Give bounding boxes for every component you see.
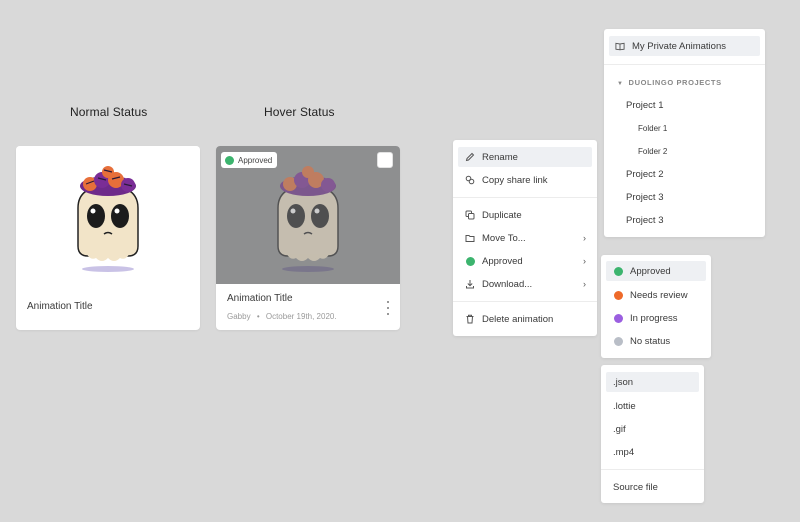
chevron-right-icon: › — [583, 233, 586, 243]
download-icon — [465, 279, 475, 289]
project-item[interactable]: Project 2 — [626, 169, 664, 180]
chevron-right-icon: › — [583, 256, 586, 266]
download-source-file[interactable]: Source file — [606, 477, 699, 497]
status-label: No status — [630, 335, 671, 347]
menu-item-duplicate[interactable]: Duplicate — [458, 205, 592, 225]
trash-icon — [465, 314, 475, 324]
project-item[interactable]: Project 3 — [626, 215, 664, 226]
animation-thumbnail — [16, 146, 200, 284]
meta-separator: • — [256, 312, 260, 321]
menu-item-download[interactable]: Download... › — [458, 274, 592, 294]
pencil-icon — [465, 152, 475, 162]
download-lottie[interactable]: .lottie — [606, 396, 699, 416]
select-checkbox[interactable] — [377, 152, 393, 168]
folder-item[interactable]: Folder 1 — [638, 124, 667, 133]
menu-item-label: My Private Animations — [632, 40, 726, 52]
menu-divider — [453, 301, 597, 302]
projects-section-header: ▼ DUOLINGO PROJECTS — [617, 78, 722, 87]
chevron-right-icon: › — [583, 279, 586, 289]
copy-icon — [465, 210, 475, 220]
normal-status-heading: Normal Status — [70, 105, 148, 119]
status-item-in-progress[interactable]: In progress — [606, 308, 706, 328]
caret-down-icon[interactable]: ▼ — [617, 81, 624, 87]
hover-status-heading: Hover Status — [264, 105, 335, 119]
no-status-dot-icon — [613, 336, 623, 346]
approved-dot-icon — [613, 266, 623, 276]
menu-item-copy-share-link[interactable]: Copy share link — [458, 170, 592, 190]
more-options-icon[interactable] — [385, 301, 391, 315]
folder-item[interactable]: Folder 2 — [638, 147, 667, 156]
status-badge-label: Approved — [238, 155, 273, 165]
download-mp4[interactable]: .mp4 — [606, 442, 699, 462]
move-to-submenu: My Private Animations ▼ DUOLINGO PROJECTS… — [604, 29, 765, 237]
card-date: October 19th, 2020. — [265, 312, 337, 321]
menu-item-label: Approved — [482, 255, 523, 267]
status-item-no-status[interactable]: No status — [606, 331, 706, 351]
menu-item-status[interactable]: Approved › — [458, 251, 592, 271]
status-badge: Approved — [221, 152, 278, 168]
project-item[interactable]: Project 3 — [626, 192, 664, 203]
menu-divider — [453, 197, 597, 198]
book-icon — [615, 41, 625, 51]
status-label: Needs review — [630, 289, 688, 301]
menu-divider — [601, 469, 704, 470]
status-item-approved[interactable]: Approved — [606, 261, 706, 281]
status-item-needs-review[interactable]: Needs review — [606, 285, 706, 305]
menu-item-rename[interactable]: Rename — [458, 147, 592, 167]
animation-card-normal[interactable]: Animation Title — [16, 146, 200, 330]
animation-card-hover[interactable]: Approved Animation Title Gabby • October… — [216, 146, 400, 330]
folder-move-icon — [465, 233, 475, 243]
context-menu: Rename Copy share link Duplicate Move To… — [453, 140, 597, 336]
menu-item-label: Delete animation — [482, 313, 554, 325]
card-title: Animation Title — [27, 301, 93, 312]
ghost-character-illustration — [77, 166, 139, 272]
link-icon — [465, 175, 475, 185]
card-title: Animation Title — [227, 293, 293, 304]
menu-item-label: Download... — [482, 278, 533, 290]
in-progress-dot-icon — [613, 313, 623, 323]
approved-dot-icon — [465, 256, 475, 266]
section-label: DUOLINGO PROJECTS — [628, 78, 722, 87]
status-submenu: Approved Needs review In progress No sta… — [601, 255, 711, 358]
card-meta: Gabby • October 19th, 2020. — [227, 312, 337, 321]
status-label: Approved — [630, 265, 671, 277]
download-json[interactable]: .json — [606, 372, 699, 392]
card-author: Gabby — [227, 312, 251, 321]
project-item[interactable]: Project 1 — [626, 100, 664, 111]
menu-item-move-to[interactable]: Move To... › — [458, 228, 592, 248]
needs-review-dot-icon — [613, 290, 623, 300]
status-label: In progress — [630, 312, 678, 324]
menu-item-my-private-animations[interactable]: My Private Animations — [609, 36, 760, 56]
menu-item-label: Duplicate — [482, 209, 522, 221]
menu-item-label: Rename — [482, 151, 518, 163]
download-gif[interactable]: .gif — [606, 419, 699, 439]
menu-item-label: Copy share link — [482, 174, 548, 186]
download-submenu: .json .lottie .gif .mp4 Source file — [601, 365, 704, 503]
menu-item-delete-animation[interactable]: Delete animation — [458, 309, 592, 329]
menu-divider — [604, 64, 765, 65]
menu-item-label: Move To... — [482, 232, 526, 244]
approved-dot-icon — [225, 155, 234, 165]
